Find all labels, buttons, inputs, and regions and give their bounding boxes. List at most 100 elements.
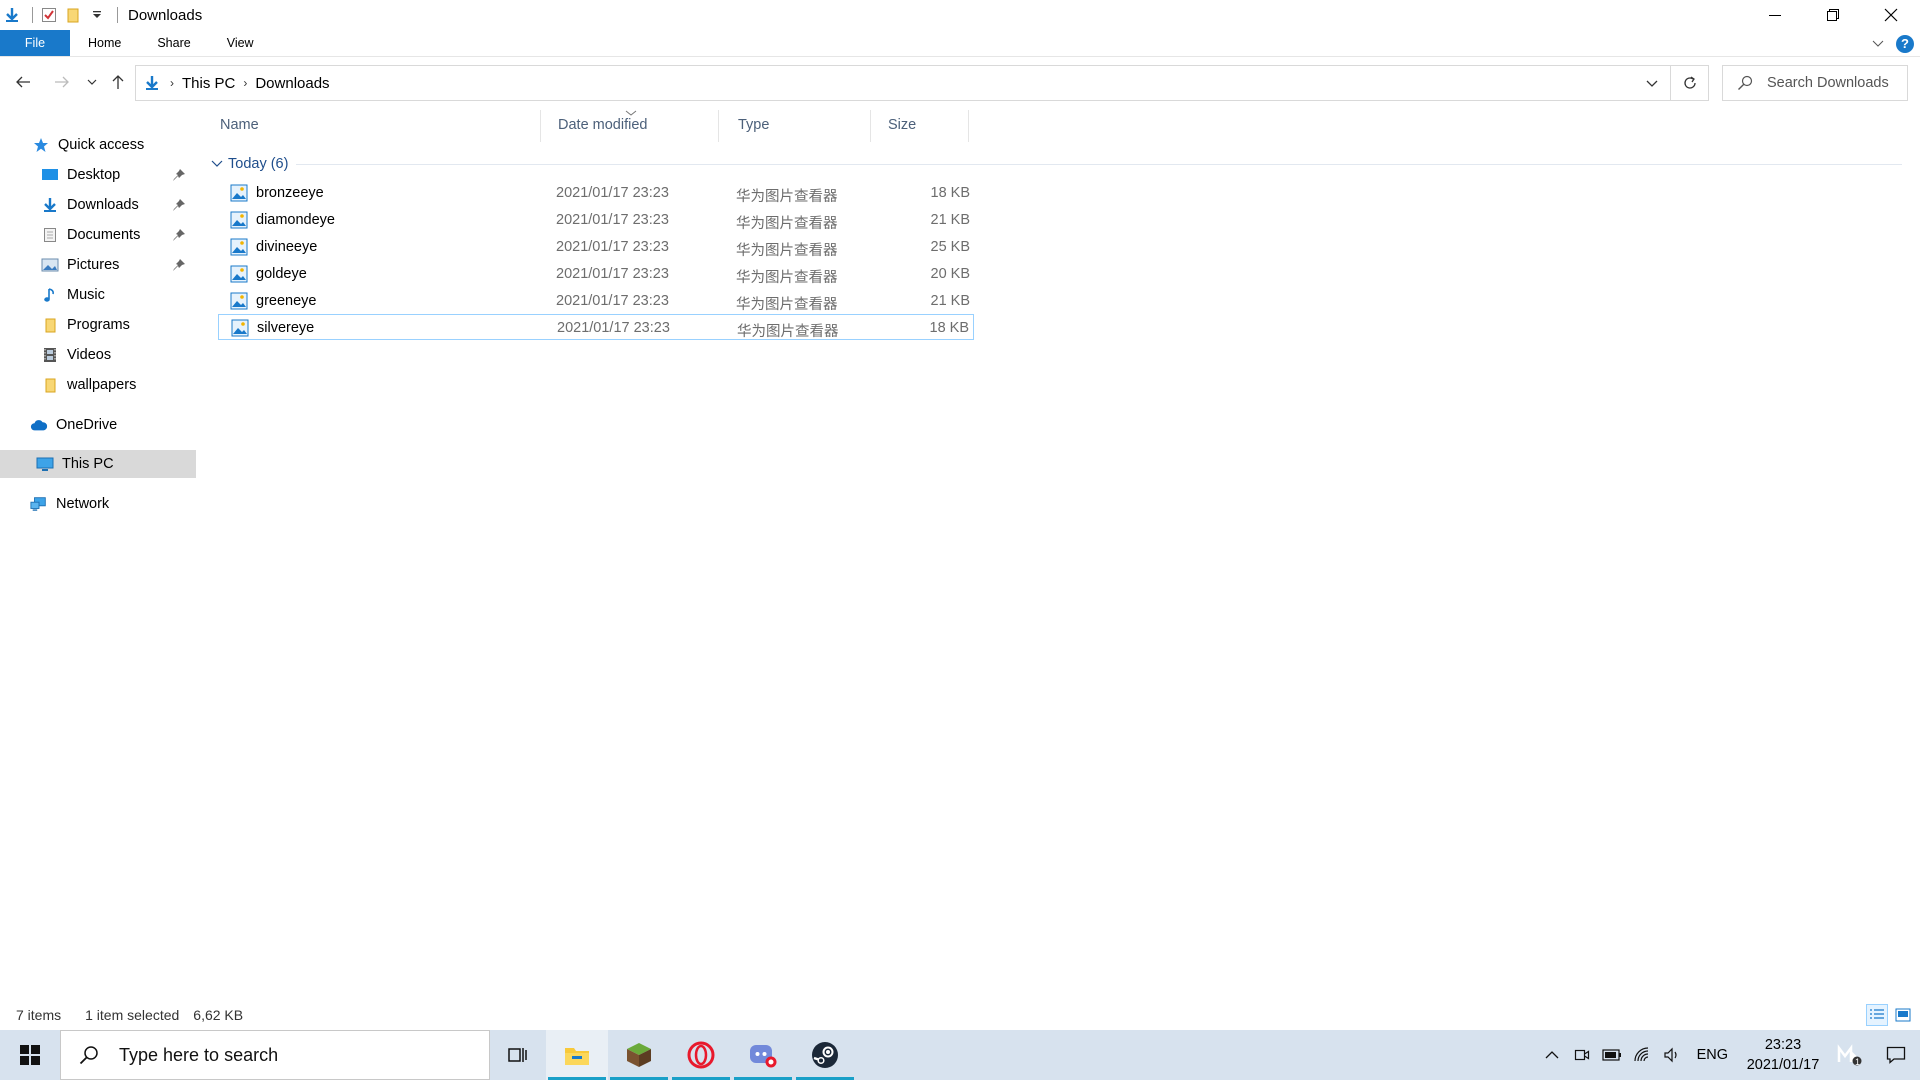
file-size: 20 KB [930,266,971,282]
sidebar-item-music[interactable]: Music [0,281,196,309]
chevron-right-icon[interactable]: › [170,76,174,90]
minimize-button[interactable] [1746,0,1804,30]
meet-now-button[interactable] [1567,1030,1597,1080]
sidebar-item-network[interactable]: Network [0,490,196,518]
table-row[interactable]: bronzeeye 2021/01/17 23:23 华为图片查看器 18 KB [218,180,974,206]
back-button[interactable] [11,70,35,94]
taskbar-steam[interactable] [794,1030,856,1080]
pin-icon[interactable] [172,168,186,182]
start-button[interactable] [0,1030,60,1080]
breadcrumb-this-pc[interactable]: This PC [182,75,235,92]
properties-icon[interactable] [39,5,59,25]
taskbar-search[interactable] [60,1030,490,1080]
app-tray-button[interactable]: 1 [1828,1030,1872,1080]
column-headers: Name Date modified Type Size [210,108,970,142]
sidebar-item-quick-access[interactable]: Quick access [0,131,196,159]
pin-icon[interactable] [172,228,186,242]
taskbar-discord[interactable] [732,1030,794,1080]
table-row[interactable]: divineeye 2021/01/17 23:23 华为图片查看器 25 KB [218,234,974,260]
refresh-button[interactable] [1671,65,1709,101]
file-name: greeneye [256,293,317,309]
sidebar-item-wallpapers[interactable]: wallpapers [0,371,196,399]
column-divider[interactable] [540,110,541,142]
table-row-selected[interactable]: silvereye 2021/01/17 23:23 华为图片查看器 18 KB [218,314,974,340]
music-icon [41,286,59,304]
column-header-type[interactable]: Type [728,108,878,142]
column-divider[interactable] [968,110,969,142]
large-icons-view-button[interactable] [1892,1004,1914,1026]
chevron-right-icon[interactable]: › [243,76,247,90]
address-bar[interactable]: › This PC › Downloads [135,65,1671,101]
sidebar-item-programs[interactable]: Programs [0,311,196,339]
column-divider[interactable] [718,110,719,142]
restore-button[interactable] [1804,0,1862,30]
search-input[interactable] [1767,75,1907,91]
clock-date: 2021/01/17 [1746,1057,1820,1073]
volume-button[interactable] [1657,1030,1687,1080]
column-header-date[interactable]: Date modified [548,108,728,142]
forward-button[interactable] [50,70,74,94]
sidebar-item-label: Programs [67,317,130,333]
expand-ribbon-icon[interactable] [1872,35,1884,53]
network-icon [30,495,48,513]
file-date: 2021/01/17 23:23 [556,293,669,309]
downloads-icon [142,75,162,91]
downloads-icon [41,196,59,214]
action-center-button[interactable] [1872,1030,1920,1080]
sidebar-item-label: Network [56,496,110,512]
tab-home[interactable]: Home [70,30,139,56]
windows-icon [20,1045,40,1065]
close-button[interactable] [1862,0,1920,30]
taskbar-opera[interactable] [670,1030,732,1080]
column-header-size[interactable]: Size [878,108,968,142]
breadcrumb-downloads[interactable]: Downloads [255,75,329,92]
up-button[interactable] [106,70,130,94]
sidebar-item-label: OneDrive [56,417,118,433]
sidebar-item-label: Pictures [67,257,120,273]
address-dropdown-icon[interactable] [1642,74,1662,94]
navigation-pane: Quick access Desktop Downloads Documents [0,108,196,993]
tab-view[interactable]: View [209,30,272,56]
table-row[interactable]: greeneye 2021/01/17 23:23 华为图片查看器 21 KB [218,288,974,314]
network-button[interactable] [1627,1030,1657,1080]
recent-locations-button[interactable] [80,70,104,94]
show-hidden-icons-button[interactable] [1537,1030,1567,1080]
sidebar-item-label: Desktop [67,167,121,183]
view-switcher [1866,1004,1914,1026]
pin-icon[interactable] [172,258,186,272]
desktop-icon [41,166,59,184]
pin-icon[interactable] [172,198,186,212]
column-divider[interactable] [870,110,871,142]
folder-icon [41,316,59,334]
sidebar-item-label: Documents [67,227,141,243]
sidebar-item-downloads[interactable]: Downloads [0,191,196,219]
chevron-down-icon[interactable] [210,160,224,168]
battery-button[interactable] [1597,1030,1627,1080]
customize-toolbar-icon[interactable] [87,5,107,25]
tab-file[interactable]: File [0,30,70,56]
sidebar-item-onedrive[interactable]: OneDrive [0,411,196,439]
sidebar-item-pictures[interactable]: Pictures [0,251,196,279]
tab-share[interactable]: Share [139,30,208,56]
computer-icon [36,455,54,473]
table-row[interactable]: goldeye 2021/01/17 23:23 华为图片查看器 20 KB [218,261,974,287]
sidebar-item-desktop[interactable]: Desktop [0,161,196,189]
clock[interactable]: 23:23 2021/01/17 [1738,1035,1828,1075]
help-icon[interactable]: ? [1896,34,1914,53]
input-language[interactable]: ENG [1697,1047,1728,1063]
table-row[interactable]: diamondeye 2021/01/17 23:23 华为图片查看器 21 K… [218,207,974,233]
ribbon-tabs: File Home Share View ? [0,30,1920,57]
search-box[interactable] [1722,65,1908,101]
group-header-today[interactable]: Today (6) [210,152,1910,176]
taskbar-search-input[interactable] [119,1044,459,1066]
details-view-button[interactable] [1866,1004,1888,1026]
new-folder-icon[interactable] [63,5,83,25]
sidebar-item-videos[interactable]: Videos [0,341,196,369]
taskbar-minecraft[interactable] [608,1030,670,1080]
task-view-button[interactable] [490,1030,546,1080]
sidebar-item-this-pc[interactable]: This PC [0,450,196,478]
file-type: 华为图片查看器 [736,189,838,205]
sidebar-item-documents[interactable]: Documents [0,221,196,249]
column-header-name[interactable]: Name [210,108,540,142]
taskbar-file-explorer[interactable] [546,1030,608,1080]
